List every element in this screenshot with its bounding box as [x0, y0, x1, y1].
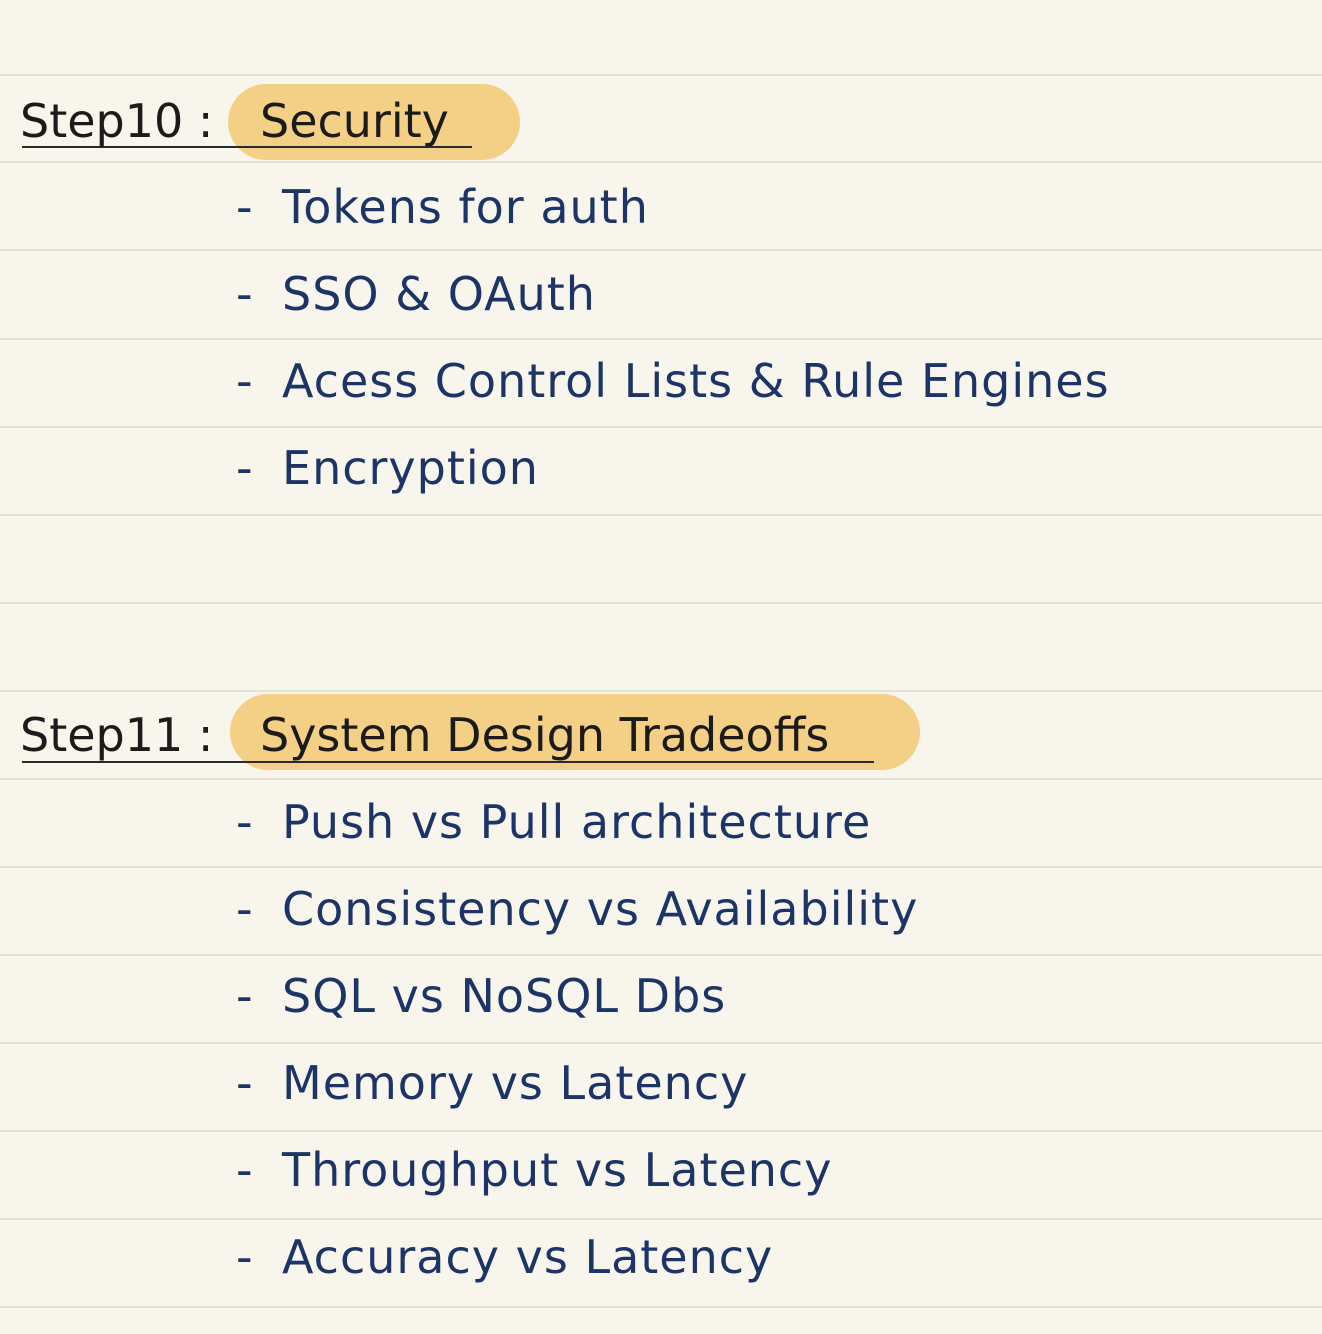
section-heading-step11: Step11 : System Design Tradeoffs [20, 700, 829, 770]
step-label: Step11 : [20, 708, 214, 762]
ruled-line [0, 74, 1322, 76]
list-item-text: Encryption [282, 441, 539, 495]
ruled-line [0, 161, 1322, 163]
section-heading-step10: Step10 : Security [20, 86, 449, 156]
list-item-text: Memory vs Latency [282, 1056, 749, 1110]
list-item: - Throughput vs Latency [236, 1135, 832, 1205]
ruled-line [0, 249, 1322, 251]
list-item-text: SQL vs NoSQL Dbs [282, 969, 727, 1023]
list-item: - Push vs Pull architecture [236, 787, 871, 857]
bullet-dash: - [236, 882, 254, 936]
ruled-line [0, 1130, 1322, 1132]
list-item: - Tokens for auth [236, 172, 649, 242]
bullet-dash: - [236, 180, 254, 234]
bullet-dash: - [236, 441, 254, 495]
list-item-text: Tokens for auth [282, 180, 649, 234]
list-item-text: Push vs Pull architecture [282, 795, 872, 849]
ruled-line [0, 514, 1322, 516]
list-item: - Accuracy vs Latency [236, 1222, 773, 1292]
notebook-page: { "sections": [ { "step": "Step10 :", "t… [0, 0, 1322, 1334]
step-label: Step10 : [20, 94, 214, 148]
list-item: - SQL vs NoSQL Dbs [236, 961, 726, 1031]
ruled-line [0, 1042, 1322, 1044]
list-item-text: Throughput vs Latency [282, 1143, 833, 1197]
list-item: - SSO & OAuth [236, 259, 596, 329]
ruled-line [0, 954, 1322, 956]
ruled-line [0, 338, 1322, 340]
bullet-dash: - [236, 795, 254, 849]
list-item-text: SSO & OAuth [282, 267, 596, 321]
ruled-line [0, 1306, 1322, 1308]
ruled-line [0, 1218, 1322, 1220]
topic-title: Security [260, 94, 449, 148]
bullet-dash: - [236, 1056, 254, 1110]
bullet-dash: - [236, 1143, 254, 1197]
list-item-text: Acess Control Lists & Rule Engines [282, 354, 1110, 408]
bullet-dash: - [236, 267, 254, 321]
ruled-line [0, 426, 1322, 428]
list-item: - Consistency vs Availability [236, 874, 918, 944]
topic-title: System Design Tradeoffs [260, 708, 830, 762]
list-item: - Memory vs Latency [236, 1048, 748, 1118]
list-item: - Acess Control Lists & Rule Engines [236, 346, 1110, 416]
ruled-line [0, 690, 1322, 692]
bullet-dash: - [236, 354, 254, 408]
list-item: - Encryption [236, 433, 539, 503]
ruled-line [0, 602, 1322, 604]
ruled-line [0, 866, 1322, 868]
list-item-text: Accuracy vs Latency [282, 1230, 774, 1284]
bullet-dash: - [236, 969, 254, 1023]
ruled-line [0, 778, 1322, 780]
list-item-text: Consistency vs Availability [282, 882, 919, 936]
bullet-dash: - [236, 1230, 254, 1284]
